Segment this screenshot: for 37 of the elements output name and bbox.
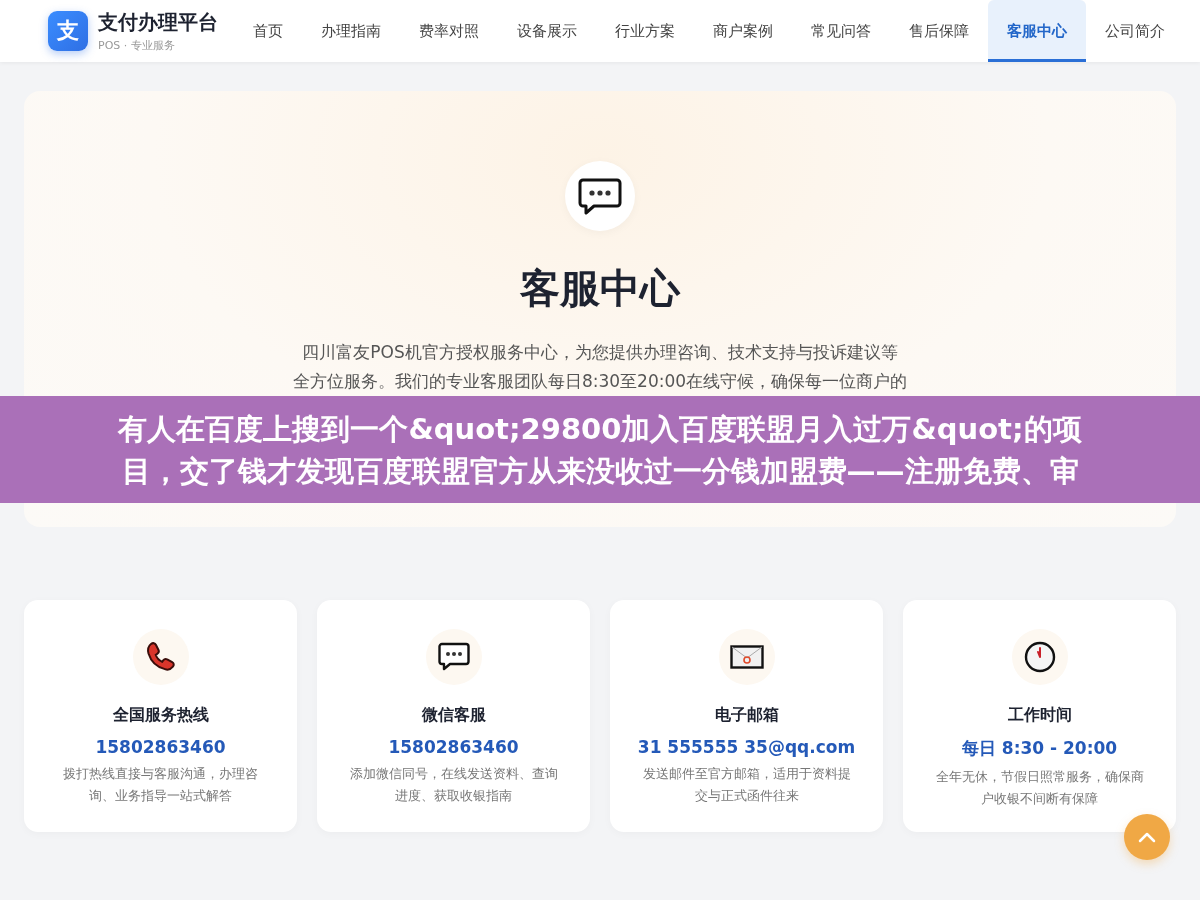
- hero-title: 客服中心: [520, 264, 680, 313]
- chat-bubble-icon: [437, 642, 470, 672]
- nav-tab[interactable]: 常见问答: [792, 0, 890, 62]
- hero-description-line: 四川富友POS机官方授权服务中心，为您提供办理咨询、技术支持与投诉建议等: [302, 341, 898, 364]
- chevron-up-icon: [1138, 831, 1156, 843]
- chat-bubble-icon: [578, 176, 622, 216]
- clock-icon: [1023, 641, 1056, 673]
- card-title: 微信客服: [421, 705, 486, 726]
- card-value: 15802863460: [388, 737, 519, 757]
- caption-text: 目，交了钱才发现百度联盟官方从来没收过一分钱加盟费——注册免费、审: [121, 452, 1079, 490]
- nav-tab[interactable]: 费率对照: [400, 0, 498, 62]
- card-value: 15802863460: [95, 737, 226, 757]
- site-title: 支付办理平台: [98, 9, 218, 36]
- card-title: 电子邮箱: [714, 705, 779, 726]
- card-description: 添加微信同号，在线发送资料、查询进度、获取收银指南: [348, 765, 559, 805]
- card-description: 全年无休，节假日照常服务，确保商户收银不间断有保障: [934, 768, 1145, 808]
- site-subtitle: POS · 专业服务: [98, 38, 176, 53]
- nav-tab[interactable]: 首页: [234, 0, 302, 62]
- card-value: 31 555555 35@qq.com: [637, 737, 856, 757]
- hero-description-line: 全方位服务。我们的专业客服团队每日8:30至20:00在线守候，确保每一位商户的: [292, 370, 908, 393]
- nav-tab[interactable]: 办理指南: [302, 0, 400, 62]
- nav-tab[interactable]: 售后保障: [890, 0, 988, 62]
- logo-mark[interactable]: 支: [48, 11, 88, 51]
- caption-text: 有人在百度上搜到一个&quot;29800加入百度联盟月入过万&quot;的项: [118, 410, 1082, 448]
- envelope-icon: [729, 645, 764, 669]
- phone-icon: [144, 641, 177, 673]
- card-description: 拨打热线直接与客服沟通，办理咨询、业务指导一站式解答: [62, 765, 259, 805]
- nav-tab[interactable]: 行业方案: [596, 0, 694, 62]
- nav-tab[interactable]: 商户案例: [694, 0, 792, 62]
- card-value: 每日 8:30 - 20:00: [961, 737, 1118, 760]
- card-description: 发送邮件至官方邮箱，适用于资料提交与正式函件往来: [641, 765, 852, 805]
- back-to-top-button[interactable]: [1124, 814, 1170, 860]
- nav-tab[interactable]: 公司简介: [1086, 0, 1184, 62]
- card-title: 工作时间: [1007, 705, 1072, 726]
- card-title: 全国服务热线: [112, 705, 209, 726]
- nav-tab[interactable]: 客服中心: [988, 0, 1086, 62]
- nav-tab[interactable]: 设备展示: [498, 0, 596, 62]
